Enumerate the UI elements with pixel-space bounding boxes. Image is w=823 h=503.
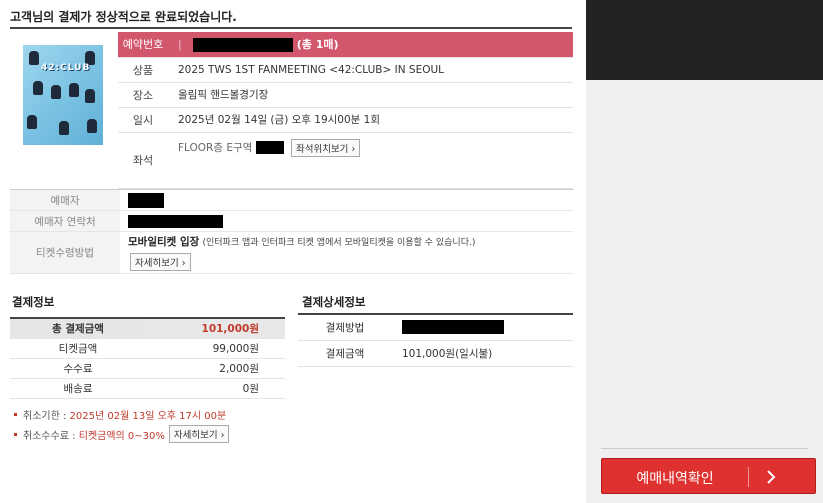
redacted-buyer-name: [128, 192, 164, 208]
bullet-icon: [14, 432, 17, 436]
delivery-fee-value: 0원: [146, 378, 285, 399]
poster-figure: [59, 121, 69, 135]
payment-method-row: 결제방법: [298, 314, 573, 341]
sidebar-dark-area: [586, 0, 823, 80]
datetime-row: 일시 2025년 02월 14일 (금) 오후 19시00분 1회: [118, 107, 573, 133]
poster-figure: [33, 81, 43, 95]
bullet-icon: [14, 412, 17, 416]
poster-figure: [69, 83, 79, 97]
poster-figure: [85, 89, 95, 103]
payment-total-value: 101,000원: [146, 318, 285, 339]
fee-label: 수수료: [10, 358, 146, 379]
buyer-info-table: 예매자 예매자 연락처 티켓수령방법 모바일티켓 입장 (인터파크 앱과 인터파…: [10, 189, 573, 274]
ticket-method-value: 모바일티켓 입장: [128, 236, 200, 248]
ticket-method-row: 티켓수령방법 모바일티켓 입장 (인터파크 앱과 인터파크 티켓 앱에서 모바일…: [10, 231, 573, 274]
right-sidebar: 예매내역확인: [586, 0, 823, 503]
poster-figure: [51, 85, 61, 99]
booking-history-button-label: 예매내역확인: [636, 471, 714, 487]
cancel-deadline-note: 취소기한 : 2025년 02월 13일 오후 17시 00분: [14, 404, 229, 424]
seat-location-button-label: 좌석위치보기: [295, 143, 349, 155]
cancel-fee-note: 취소수수료 : 티켓금액의 0~30% 자세히보기 ›: [14, 424, 230, 444]
divider: [601, 448, 808, 449]
booking-complete-panel: 고객님의 결제가 정상적으로 완료되었습니다. 42:CLUB 예약번호 | (…: [0, 0, 586, 503]
poster-figure: [29, 51, 39, 65]
payment-info-title: 결제정보: [12, 295, 55, 309]
booking-number-row: 예약번호 | (총 1매): [118, 32, 573, 58]
ticket-method-detail-button[interactable]: 자세히보기 ›: [130, 253, 191, 271]
ticket-price-label: 티켓금액: [10, 338, 146, 359]
product-value: 2025 TWS 1ST FANMEETING <42:CLUB> IN SEO…: [168, 57, 573, 83]
cancel-fee-label: 취소수수료 :: [23, 430, 76, 442]
payment-total-label: 총 결제금액: [10, 318, 146, 339]
ticket-method-label: 티켓수령방법: [10, 231, 120, 274]
page-title: 고객님의 결제가 정상적으로 완료되었습니다.: [10, 10, 237, 24]
cancel-fee-detail-button[interactable]: 자세히보기 ›: [168, 425, 230, 443]
redacted-payment-method: [402, 320, 504, 335]
datetime-label: 일시: [118, 107, 168, 133]
payment-info-table: 총 결제금액 101,000원 티켓금액 99,000원 수수료 2,000원 …: [10, 317, 285, 399]
poster-figure: [87, 119, 97, 133]
buyer-contact-label: 예매자 연락처: [10, 210, 120, 232]
chevron-right-icon: [767, 470, 776, 484]
payment-row: 수수료 2,000원: [10, 358, 285, 379]
payment-total-row: 총 결제금액 101,000원: [10, 318, 285, 339]
seat-row: 좌석 FLOOR층 E구역 좌석위치보기 ›: [118, 132, 573, 189]
cancel-fee-detail-button-label: 자세히보기: [173, 430, 218, 441]
redacted-buyer-contact: [128, 214, 223, 228]
product-row: 상품 2025 TWS 1ST FANMEETING <42:CLUB> IN …: [118, 57, 573, 83]
ticket-price-value: 99,000원: [146, 338, 285, 359]
cancel-notes: 취소기한 : 2025년 02월 13일 오후 17시 00분 취소수수료 : …: [14, 404, 230, 444]
venue-label: 장소: [118, 82, 168, 108]
venue-value: 올림픽 핸드볼경기장: [168, 82, 573, 108]
payment-amount-value: 101,000원(일시불): [392, 340, 573, 367]
cancel-fee-value: 티켓금액의 0~30%: [78, 430, 165, 442]
delivery-fee-label: 배송료: [10, 378, 146, 399]
fee-value: 2,000원: [146, 358, 285, 379]
ticket-count: (총 1매): [296, 38, 339, 52]
seat-label: 좌석: [118, 132, 168, 189]
cancel-deadline-value: 2025년 02월 13일 오후 17시 00분: [69, 410, 227, 422]
payment-row: 배송료 0원: [10, 378, 285, 399]
seat-value: FLOOR층 E구역: [178, 141, 253, 154]
payment-row: 티켓금액 99,000원: [10, 338, 285, 359]
booking-info-table: 예약번호 | (총 1매) 상품 2025 TWS 1ST FANMEETING…: [118, 32, 573, 189]
payment-method-label: 결제방법: [298, 314, 392, 341]
booking-history-button[interactable]: 예매내역확인: [601, 458, 816, 494]
redacted-booking-number: [193, 38, 294, 53]
seat-location-button[interactable]: 좌석위치보기 ›: [290, 138, 361, 157]
datetime-value: 2025년 02월 14일 (금) 오후 19시00분 1회: [168, 107, 573, 133]
event-poster: 42:CLUB: [23, 45, 103, 145]
buyer-name-row: 예매자: [10, 189, 573, 211]
payment-detail-table: 결제방법 결제금액 101,000원(일시불): [298, 313, 573, 367]
buyer-name-label: 예매자: [10, 189, 120, 211]
venue-row: 장소 올림픽 핸드볼경기장: [118, 82, 573, 108]
buyer-contact-row: 예매자 연락처: [10, 210, 573, 232]
ticket-method-detail-button-label: 자세히보기: [135, 258, 179, 269]
product-label: 상품: [118, 57, 168, 83]
poster-figure: [27, 115, 37, 129]
divider: [10, 27, 572, 29]
payment-detail-title: 결제상세정보: [302, 295, 366, 309]
payment-amount-label: 결제금액: [298, 340, 392, 367]
cancel-deadline-label: 취소기한 :: [23, 410, 67, 422]
poster-title: 42:CLUB: [41, 63, 91, 73]
redacted-seat: [255, 141, 284, 154]
ticket-method-note: (인터파크 앱과 인터파크 티켓 앱에서 모바일티켓을 이용할 수 있습니다.): [202, 238, 476, 248]
booking-number-label: 예약번호: [118, 32, 168, 58]
payment-amount-row: 결제금액 101,000원(일시불): [298, 340, 573, 367]
button-divider: [748, 467, 749, 487]
